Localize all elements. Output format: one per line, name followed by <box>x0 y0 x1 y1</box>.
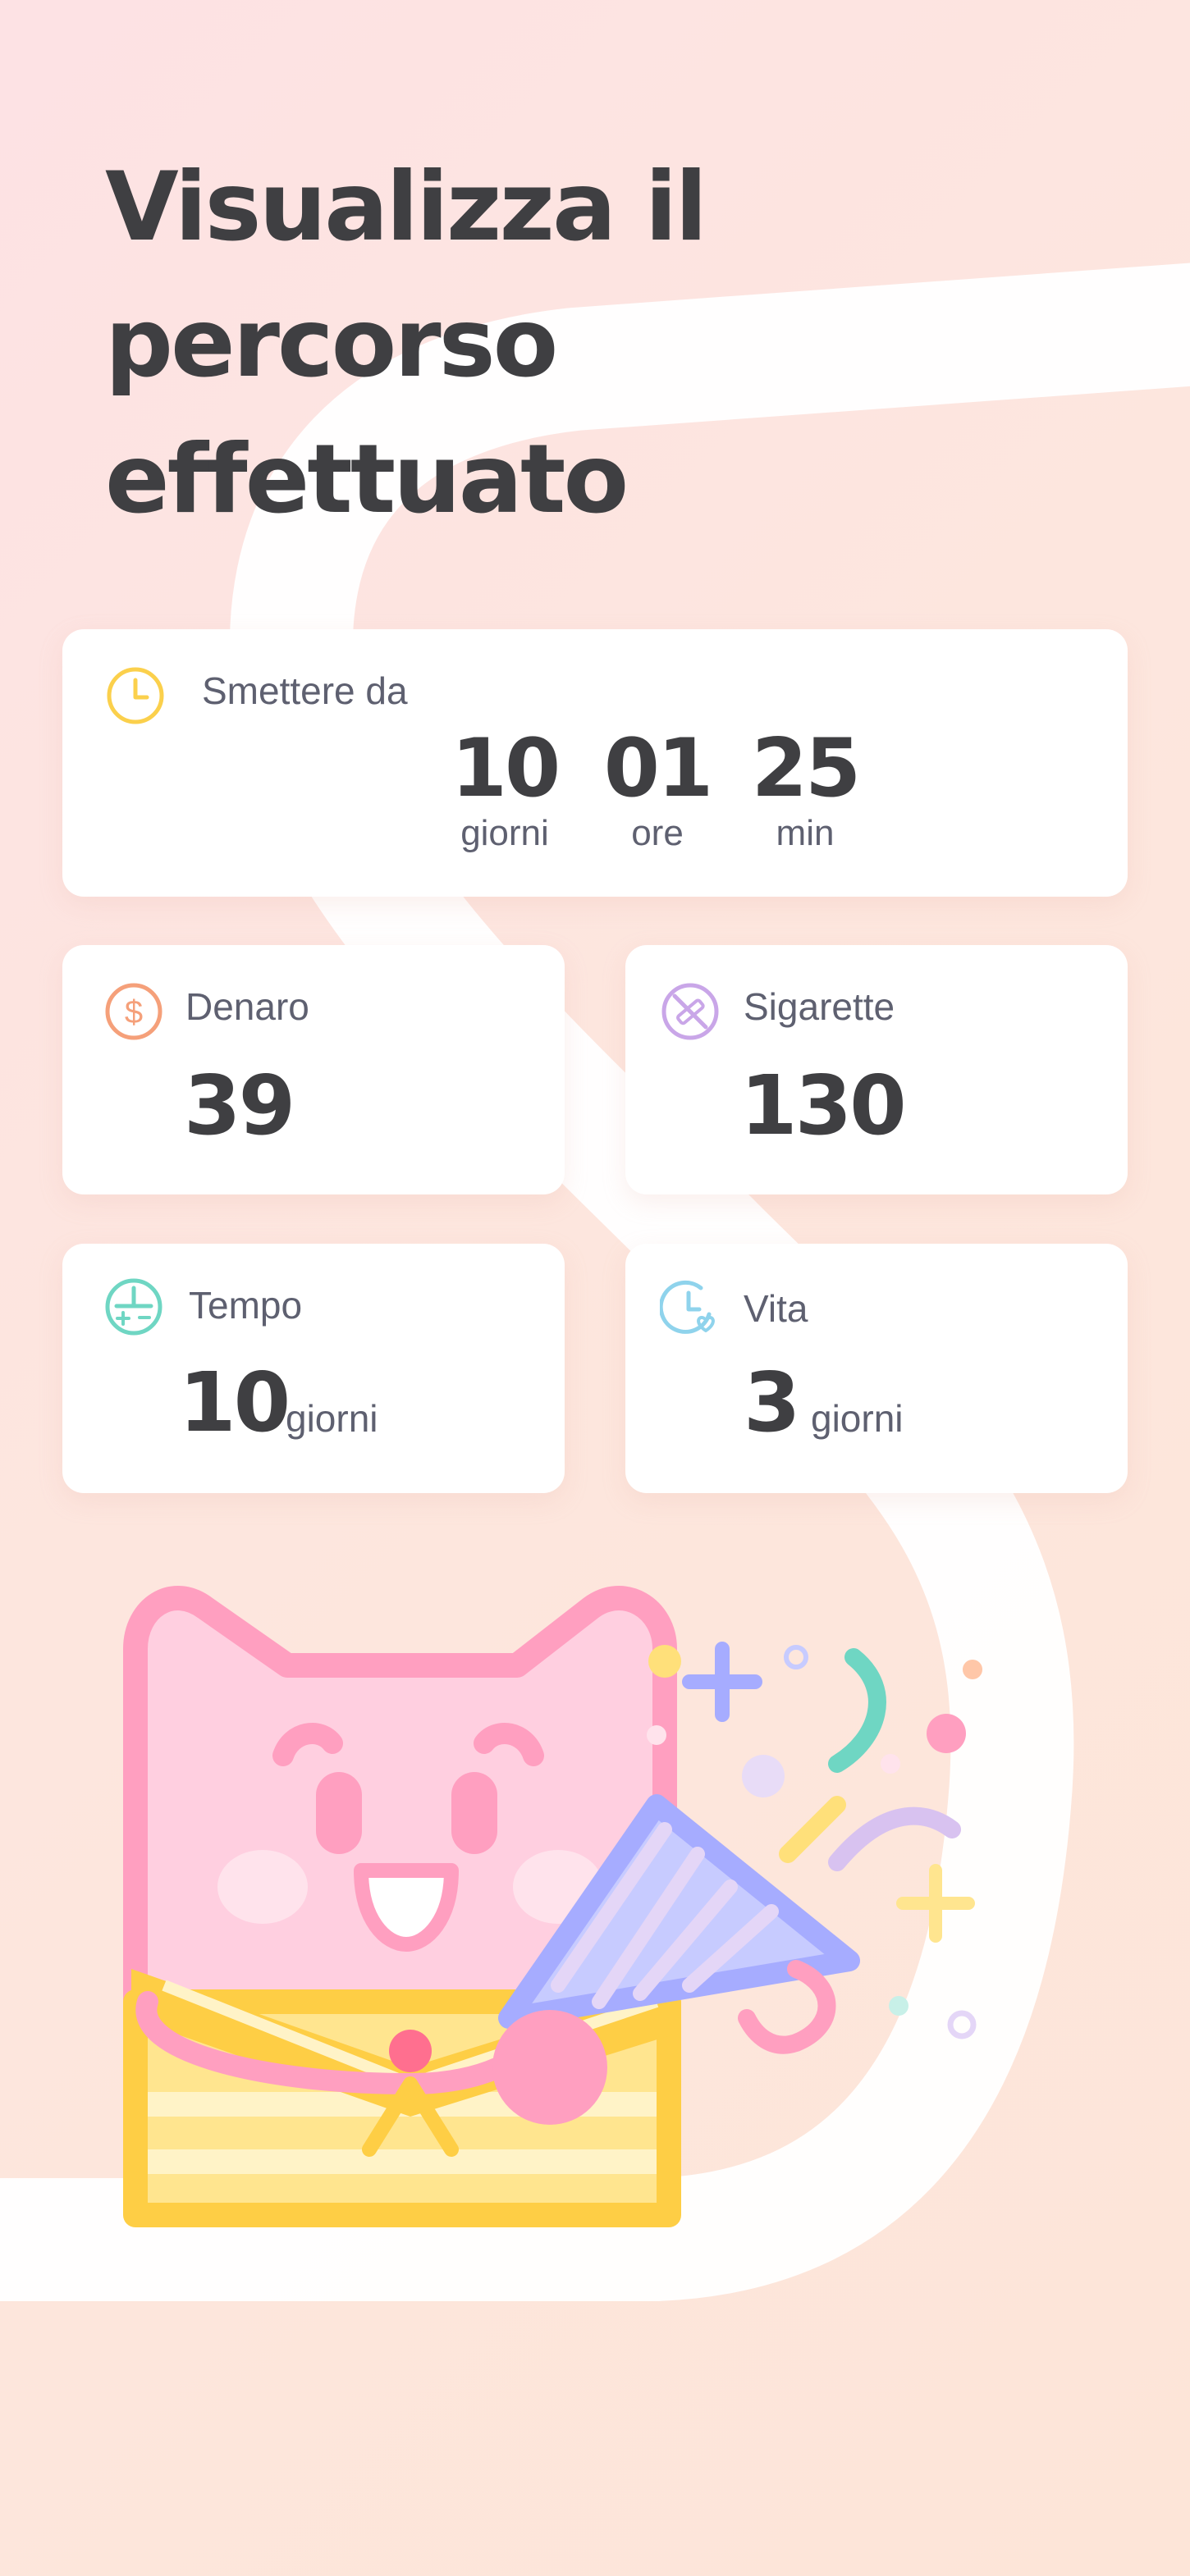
minutes-value: 25 <box>751 722 861 815</box>
time-card: Tempo 10 giorni <box>62 1244 565 1493</box>
quit-timer-label: Smettere da <box>202 669 408 712</box>
dollar-coin-icon: $ <box>105 983 162 1040</box>
cat-celebration-illustration <box>123 1586 982 2227</box>
headline-line-2: percorso <box>105 288 558 399</box>
svg-text:$: $ <box>125 994 143 1030</box>
cigarettes-value: 130 <box>740 1057 907 1153</box>
headline-line-3: effettuato <box>105 424 629 535</box>
life-label: Vita <box>744 1287 808 1330</box>
minutes-counter: 25 min <box>686 728 924 854</box>
cigarettes-label: Sigarette <box>744 985 895 1028</box>
money-label: Denaro <box>185 985 309 1028</box>
clock-icon <box>107 667 164 724</box>
life-card: Vita 3 giorni <box>625 1244 1128 1493</box>
minutes-unit: min <box>776 813 835 853</box>
quit-timer-card: Smettere da 10 giorni 01 ore 25 min <box>62 629 1128 897</box>
money-card: $ Denaro 39 <box>62 945 565 1194</box>
clock-heart-icon <box>660 1281 715 1334</box>
cigarettes-card: Sigarette 130 <box>625 945 1128 1194</box>
headline-line-1: Visualizza il <box>105 152 707 263</box>
time-plus-icon <box>105 1278 162 1336</box>
life-unit: giorni <box>811 1397 904 1440</box>
time-unit: giorni <box>286 1397 378 1440</box>
page-headline: Visualizza il percorso effettuato <box>105 139 844 548</box>
money-value: 39 <box>184 1057 295 1153</box>
time-label: Tempo <box>189 1284 303 1327</box>
no-smoking-icon <box>661 983 719 1040</box>
life-value: 3 <box>744 1354 801 1450</box>
time-value: 10 <box>179 1354 291 1450</box>
